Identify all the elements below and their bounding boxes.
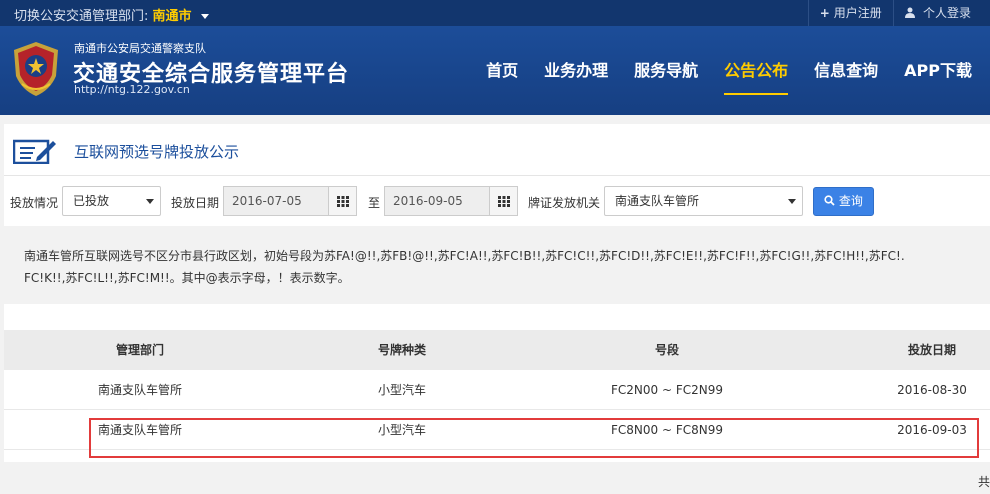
column-header-number-range: 号段 [654, 343, 679, 357]
date-to-field[interactable]: 2016-09-05 [384, 186, 518, 216]
main-content: 互联网预选号牌投放公示 投放情况 已投放 投放日期 2016-07-05 至 2… [4, 124, 990, 494]
org-name: 南通市公安局交通警察支队 [74, 42, 206, 55]
search-icon [824, 194, 839, 208]
calendar-icon[interactable] [489, 187, 517, 215]
column-header-plate-type: 号牌种类 [377, 343, 426, 357]
dropdown-arrow-icon [788, 199, 796, 204]
section-header: 互联网预选号牌投放公示 [4, 124, 990, 176]
cell-plate-type: 小型汽车 [377, 423, 426, 437]
date-to-value: 2016-09-05 [393, 194, 463, 208]
plus-icon: + [819, 6, 830, 20]
notice-panel: 南通车管所互联网选号不区分市县行政区划，初始号段为苏FA!@!!,苏FB!@!!… [4, 226, 990, 304]
pagination-bar: 共 [4, 462, 990, 494]
cell-number-range: FC8N00 ~ FC8N99 [610, 423, 723, 437]
authority-select[interactable]: 南通支队车管所 [604, 186, 803, 216]
filter-bar: 投放情况 已投放 投放日期 2016-07-05 至 2016-09-05 牌证… [4, 186, 990, 218]
current-city[interactable]: 南通市 [153, 9, 192, 24]
status-select[interactable]: 已投放 [62, 186, 161, 216]
cell-department: 南通支队车管所 [97, 383, 182, 397]
date-from-value: 2016-07-05 [232, 194, 302, 208]
table-row[interactable]: 南通支队车管所 小型汽车 FC8N00 ~ FC8N99 2016-09-03 [4, 410, 990, 450]
register-label: 用户注册 [833, 6, 882, 20]
pagination-text: 共 [977, 475, 990, 489]
login-link[interactable]: 个人登录 [892, 0, 982, 26]
nav-service-guide[interactable]: 服务导航 [634, 26, 698, 115]
column-header-department: 管理部门 [115, 343, 164, 357]
account-links: + 用户注册 个人登录 [807, 0, 982, 26]
date-to-label: 至 [368, 196, 381, 210]
column-header-release-date: 投放日期 [907, 343, 956, 357]
cell-number-range: FC2N00 ~ FC2N99 [610, 383, 723, 397]
city-switch[interactable]: 切换公安交通管理部门: 南通市 [14, 5, 209, 24]
notice-line-2: FC!K!!,苏FC!L!!,苏FC!M!!。其中@表示字母，！表示数字。 [24, 271, 350, 285]
site-url: http://ntg.122.gov.cn [74, 83, 190, 96]
authority-value: 南通支队车管所 [615, 194, 700, 208]
dropdown-arrow-icon [146, 199, 154, 204]
nav-home[interactable]: 首页 [486, 26, 518, 115]
notice-line-1: 南通车管所互联网选号不区分市县行政区划，初始号段为苏FA!@!!,苏FB!@!!… [24, 249, 905, 263]
user-icon [904, 6, 919, 20]
register-link[interactable]: + 用户注册 [807, 0, 893, 26]
search-button-label: 查询 [838, 194, 863, 208]
table-header: 管理部门 号牌种类 号段 投放日期 [4, 330, 990, 370]
login-label: 个人登录 [922, 6, 971, 20]
nav-announcements[interactable]: 公告公布 [724, 26, 789, 115]
caret-down-icon[interactable] [200, 14, 209, 19]
police-emblem-icon [10, 40, 62, 98]
date-label: 投放日期 [171, 196, 220, 210]
nav-info-query[interactable]: 信息查询 [814, 26, 878, 115]
search-button[interactable]: 查询 [813, 187, 874, 216]
nav-business[interactable]: 业务办理 [544, 26, 608, 115]
cell-department: 南通支队车管所 [97, 423, 182, 437]
nav-app-download[interactable]: APP下载 [904, 26, 972, 115]
cell-release-date: 2016-08-30 [897, 383, 967, 397]
calendar-icon[interactable] [328, 187, 356, 215]
notice-board-icon [12, 138, 57, 165]
table-row[interactable]: 南通支队车管所 小型汽车 FC2N00 ~ FC2N99 2016-08-30 [4, 370, 990, 410]
section-title: 互联网预选号牌投放公示 [74, 143, 240, 161]
date-from-field[interactable]: 2016-07-05 [223, 186, 357, 216]
main-nav: 首页 业务办理 服务导航 公告公布 信息查询 APP下载 [460, 26, 972, 115]
site-header: 南通市公安局交通警察支队 交通安全综合服务管理平台 http://ntg.122… [0, 26, 990, 115]
status-label: 投放情况 [10, 196, 59, 210]
top-bar: 切换公安交通管理部门: 南通市 + 用户注册 个人登录 [0, 0, 990, 26]
status-value: 已投放 [73, 194, 110, 208]
city-switch-label: 切换公安交通管理部门: [14, 9, 149, 24]
cell-release-date: 2016-09-03 [897, 423, 967, 437]
cell-plate-type: 小型汽车 [377, 383, 426, 397]
authority-label: 牌证发放机关 [528, 196, 601, 210]
